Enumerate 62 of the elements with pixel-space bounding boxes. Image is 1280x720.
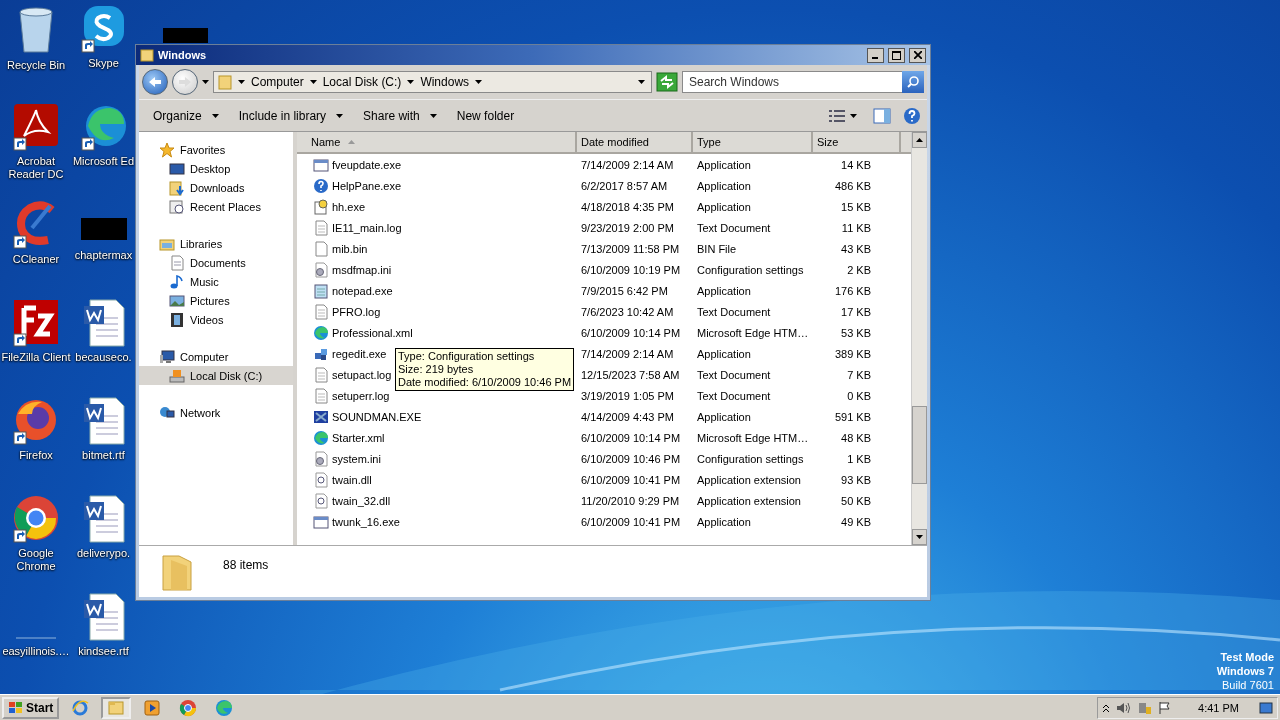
- file-size-cell-text: 591 KB: [833, 410, 872, 423]
- date-modified-cell-text: 6/10/2009 10:46 PM: [580, 452, 682, 465]
- file-type-cell-text: Application extension: [696, 494, 802, 507]
- window-title: Windows: [158, 49, 208, 61]
- date-modified-cell-text: 6/10/2009 10:41 PM: [580, 473, 682, 486]
- date-modified-cell-text: 6/10/2009 10:14 PM: [580, 326, 682, 339]
- file-type-cell-text: Text Document: [696, 389, 772, 402]
- date-modified-cell-text: 6/10/2009 10:14 PM: [580, 431, 682, 444]
- file-type-cell-text: Application: [696, 158, 752, 171]
- date-modified-cell-text: 11/20/2010 9:29 PM: [580, 494, 681, 507]
- file-size-cell-text: 0 KB: [846, 389, 872, 402]
- file-type-cell-text: Microsoft Edge HTM…: [696, 431, 810, 444]
- file-type-cell-text: Configuration settings: [696, 452, 805, 465]
- file-type-cell-text: Application extension: [696, 473, 802, 486]
- date-modified-cell-text: 7/6/2023 10:42 AM: [580, 305, 675, 318]
- date-modified-cell-text: 3/19/2019 1:05 PM: [580, 389, 675, 402]
- file-type-cell-text: Application: [696, 284, 752, 297]
- tooltip-line: Type: Configuration settings: [398, 350, 536, 363]
- file-size-cell-text: 50 KB: [840, 494, 872, 507]
- file-type-cell-text: Application: [696, 200, 752, 213]
- date-modified-cell-text: 7/9/2015 6:42 PM: [580, 284, 669, 297]
- date-modified-cell-text: 9/23/2019 2:00 PM: [580, 221, 675, 234]
- item-count: 88 items: [223, 558, 269, 572]
- file-size-cell-text: 176 KB: [833, 284, 872, 297]
- file-type-cell-text: Application: [696, 515, 752, 528]
- file-size-cell-text: 93 KB: [840, 473, 872, 486]
- file-size-cell-text: 15 KB: [840, 200, 872, 213]
- file-size-cell-text: 486 KB: [833, 179, 872, 192]
- file-size-cell-text: 53 KB: [840, 326, 872, 339]
- file-size-cell-text: 43 KB: [840, 242, 872, 255]
- file-type-cell-text: Text Document: [696, 221, 772, 234]
- file-size-cell-text: 7 KB: [846, 368, 872, 381]
- file-size-cell-text: 14 KB: [840, 158, 872, 171]
- test-mode-text: Test Mode: [1220, 650, 1274, 664]
- file-size-cell-text: 17 KB: [840, 305, 872, 318]
- date-modified-cell-text: 6/10/2009 10:41 PM: [580, 515, 682, 528]
- file-size-cell-text: 1 KB: [846, 452, 872, 465]
- file-size-cell-text: 49 KB: [840, 515, 872, 528]
- file-size-cell-text: 11 KB: [840, 221, 872, 234]
- file-type-cell-text: Configuration settings: [696, 263, 805, 276]
- tooltip-line: Date modified: 6/10/2009 10:46 PM: [398, 376, 572, 389]
- file-type-cell-text: Text Document: [696, 368, 772, 381]
- file-type-cell-text: Text Document: [696, 305, 772, 318]
- date-modified-cell-text: 7/14/2009 2:14 AM: [580, 158, 675, 171]
- file-size-cell-text: 389 KB: [833, 347, 872, 360]
- file-type-cell-text: Application: [696, 179, 752, 192]
- date-modified-cell-text: 6/10/2009 10:19 PM: [580, 263, 682, 276]
- file-type-cell-text: Application: [696, 410, 752, 423]
- date-modified-cell-text: 7/14/2009 2:14 AM: [580, 347, 675, 360]
- date-modified-cell-text: 12/15/2023 7:58 AM: [580, 368, 681, 381]
- test-mode-text: Build 7601: [1222, 678, 1274, 692]
- file-size-cell-text: 48 KB: [840, 431, 872, 444]
- file-type-cell-text: Microsoft Edge HTM…: [696, 326, 810, 339]
- test-mode-text: Windows 7: [1216, 664, 1274, 678]
- tooltip-line: Size: 219 bytes: [398, 363, 475, 376]
- file-type-cell-text: BIN File: [696, 242, 738, 255]
- date-modified-cell-text: 4/18/2018 4:35 PM: [580, 200, 675, 213]
- date-modified-cell-text: 4/14/2009 4:43 PM: [580, 410, 675, 423]
- date-modified-cell-text: 7/13/2009 11:58 PM: [580, 242, 681, 255]
- file-size-cell-text: 2 KB: [846, 263, 872, 276]
- date-modified-cell-text: 6/2/2017 8:57 AM: [580, 179, 669, 192]
- file-type-cell-text: Application: [696, 347, 752, 360]
